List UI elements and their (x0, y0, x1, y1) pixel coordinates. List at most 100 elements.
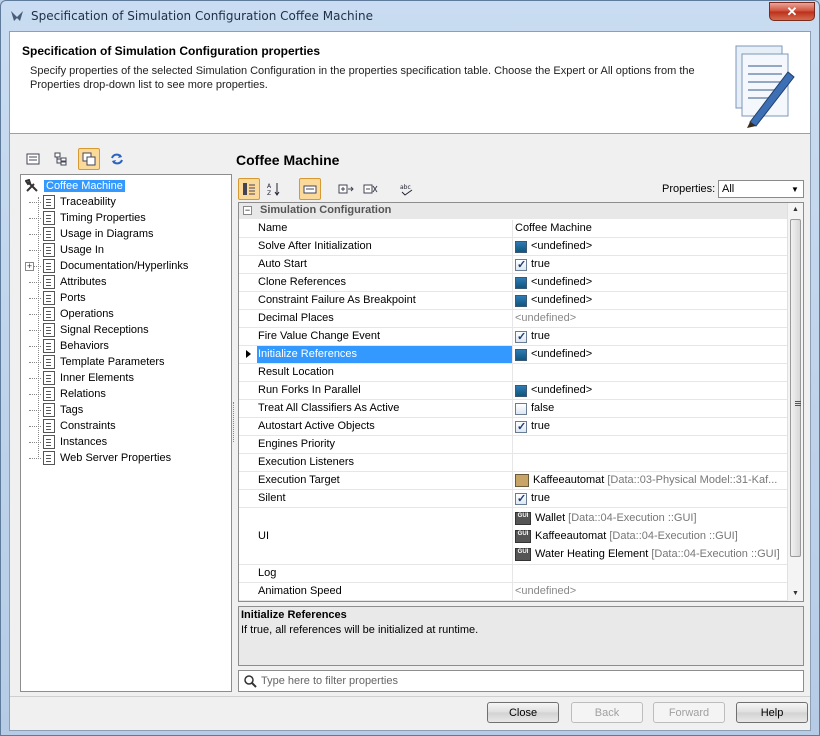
tree-item[interactable]: Tags (43, 402, 83, 418)
checkbox[interactable] (515, 402, 527, 415)
checkbox[interactable] (515, 257, 527, 273)
tree-item[interactable]: Constraints (43, 418, 116, 434)
property-value[interactable]: <undefined> (513, 274, 785, 291)
property-row[interactable]: Auto Start true (239, 256, 787, 274)
section-header[interactable]: − Simulation Configuration (239, 203, 787, 219)
property-value[interactable]: true (513, 490, 785, 507)
property-value[interactable]: <undefined> (513, 382, 785, 399)
tree-item[interactable]: Instances (43, 434, 107, 450)
scroll-up-icon[interactable]: ▲ (788, 203, 803, 217)
property-value[interactable]: <undefined> (513, 238, 785, 255)
tree-item[interactable]: Ports (43, 290, 86, 306)
undefined-checkbox[interactable] (515, 294, 527, 307)
checkbox[interactable] (515, 419, 527, 435)
properties-grid: − Simulation Configuration Name Coffee Ma… (238, 202, 804, 602)
property-row[interactable]: Fire Value Change Event true (239, 328, 787, 346)
property-row[interactable]: Silent true (239, 490, 787, 508)
property-row[interactable]: Execution Target Kaffeeautomat [Data::03-P… (239, 472, 787, 490)
specification-document-icon (735, 45, 795, 128)
property-row[interactable]: Engines Priority (239, 436, 787, 454)
categorized-view-button[interactable] (238, 178, 260, 200)
tree-root-item[interactable]: Coffee Machine (25, 178, 125, 194)
property-value[interactable]: <undefined> (513, 292, 785, 309)
property-value[interactable]: true (513, 256, 785, 273)
tree-item[interactable]: Web Server Properties (43, 450, 171, 466)
spelling-check-button[interactable]: abc (396, 178, 418, 200)
filter-input[interactable] (261, 673, 791, 689)
properties-dropdown[interactable]: All ▼ (718, 180, 804, 198)
tree-item[interactable]: Timing Properties (43, 210, 146, 226)
tree-item[interactable]: Inner Elements (43, 370, 134, 386)
dialog-client: Specification of Simulation Configuratio… (9, 31, 811, 731)
property-row[interactable]: Constraint Failure As Breakpoint <undefin… (239, 292, 787, 310)
property-value[interactable]: Coffee Machine (513, 220, 785, 237)
property-row[interactable]: Initialize References <undefined> (239, 346, 787, 364)
tree-item[interactable]: Usage in Diagrams (43, 226, 154, 242)
checkbox[interactable] (515, 329, 527, 345)
properties-dropdown-value: All (722, 183, 735, 195)
tree-item[interactable]: Attributes (43, 274, 106, 290)
property-value[interactable] (513, 436, 785, 453)
close-button[interactable]: Close (487, 702, 559, 723)
tree-item[interactable]: Template Parameters (43, 354, 165, 370)
property-value[interactable]: GUI Wallet [Data::04-Execution ::GUI] GUI Ka… (513, 508, 785, 564)
undefined-checkbox[interactable] (515, 384, 527, 397)
property-name: Constraint Failure As Breakpoint (257, 292, 513, 309)
tree-item[interactable]: Behaviors (43, 338, 109, 354)
property-value-text: Kaffeeautomat (533, 474, 605, 486)
expand-all-button[interactable] (335, 178, 357, 200)
property-value[interactable]: true (513, 328, 785, 345)
undefined-checkbox[interactable] (515, 240, 527, 253)
property-row[interactable]: Result Location (239, 364, 787, 382)
property-value[interactable]: false (513, 400, 785, 417)
property-row[interactable]: Animation Speed <undefined> (239, 583, 787, 601)
help-button[interactable]: Help (736, 702, 808, 723)
tree-item[interactable]: Relations (43, 386, 106, 402)
property-value[interactable]: true (513, 418, 785, 435)
property-row[interactable]: Treat All Classifiers As Active false (239, 400, 787, 418)
checkbox[interactable] (515, 491, 527, 507)
property-value[interactable] (513, 565, 785, 582)
property-row[interactable]: Solve After Initialization <undefined> (239, 238, 787, 256)
property-row[interactable]: Decimal Places <undefined> (239, 310, 787, 328)
property-value[interactable]: <undefined> (513, 310, 785, 327)
tree-item[interactable]: Operations (43, 306, 114, 322)
property-row[interactable]: Name Coffee Machine (239, 220, 787, 238)
property-value-text: Coffee Machine (515, 222, 592, 234)
property-value[interactable] (513, 364, 785, 381)
property-value[interactable]: Kaffeeautomat [Data::03-Physical Model::3… (513, 472, 785, 489)
title-bar[interactable]: Specification of Simulation Configuratio… (1, 1, 819, 31)
property-row[interactable]: Log (239, 565, 787, 583)
collapse-section-icon[interactable]: − (243, 206, 252, 215)
property-row[interactable]: Run Forks In Parallel <undefined> (239, 382, 787, 400)
tree-item[interactable]: Traceability (43, 194, 116, 210)
splitter-grip[interactable] (233, 402, 236, 442)
show-all-button[interactable] (78, 148, 100, 170)
forward-button[interactable]: Forward (653, 702, 725, 723)
property-row[interactable]: Autostart Active Objects true (239, 418, 787, 436)
window-close-button[interactable]: ✕ (769, 2, 815, 21)
tree-item[interactable]: Usage In (43, 242, 104, 258)
grid-scrollbar[interactable]: ▲ ▼ (787, 203, 803, 601)
back-button[interactable]: Back (571, 702, 643, 723)
collapse-all-button[interactable] (360, 178, 382, 200)
tree-view-button[interactable] (50, 148, 72, 170)
list-view-button[interactable] (22, 148, 44, 170)
scroll-thumb[interactable] (790, 219, 801, 557)
expand-node-icon[interactable]: + (25, 262, 34, 271)
property-row[interactable]: Clone References <undefined> (239, 274, 787, 292)
property-value[interactable]: <undefined> (513, 346, 785, 363)
tree-item[interactable]: Signal Receptions (43, 322, 149, 338)
scroll-down-icon[interactable]: ▼ (788, 587, 803, 601)
sort-alphabetically-button[interactable]: AZ (263, 178, 285, 200)
refresh-button[interactable] (106, 148, 128, 170)
property-value[interactable] (513, 454, 785, 471)
description-toggle-button[interactable] (299, 178, 321, 200)
undefined-checkbox[interactable] (515, 276, 527, 289)
property-row[interactable]: Execution Listeners (239, 454, 787, 472)
document-icon (43, 339, 55, 353)
property-row[interactable]: UI GUI Wallet [Data::04-Execution ::GUI] GUI… (239, 508, 787, 565)
tree-item[interactable]: Documentation/Hyperlinks (43, 258, 188, 274)
property-value[interactable]: <undefined> (513, 583, 785, 600)
undefined-checkbox[interactable] (515, 348, 527, 361)
